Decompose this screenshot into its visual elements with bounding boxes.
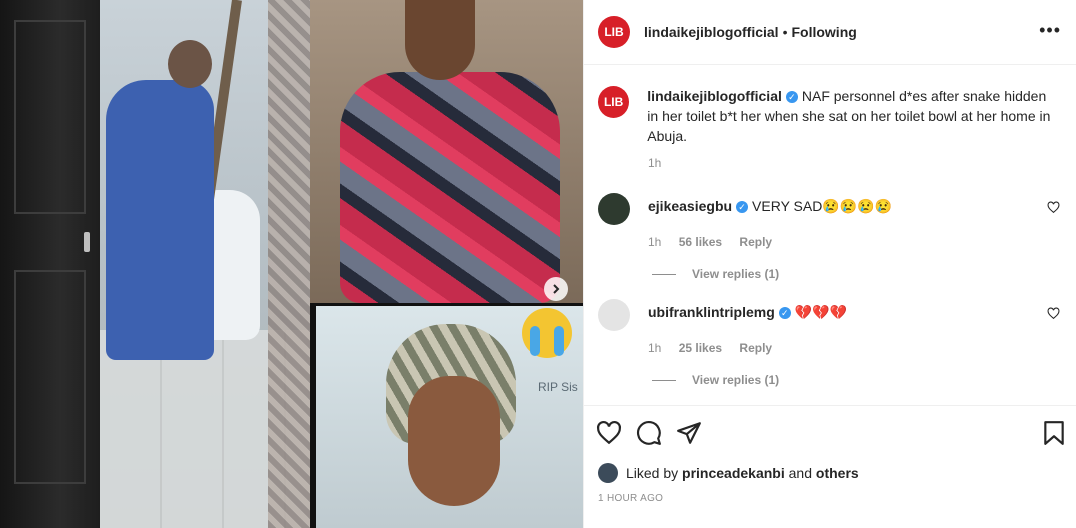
caption-time: 1h bbox=[648, 156, 662, 170]
liker-avatar[interactable] bbox=[598, 463, 618, 483]
liked-by-prefix: Liked by bbox=[626, 465, 679, 481]
comment-time: 1h bbox=[648, 235, 662, 249]
comment-time: 1h bbox=[648, 341, 662, 355]
more-icon[interactable]: ••• bbox=[1039, 20, 1061, 41]
photo-left bbox=[0, 0, 310, 528]
liked-by: Liked by princeadekanbi and others bbox=[598, 463, 859, 483]
caption: LIB lindaikejiblogofficial ✓ NAF personnel… bbox=[598, 86, 1058, 146]
verified-icon: ✓ bbox=[785, 91, 798, 104]
person-figure bbox=[98, 40, 218, 360]
next-arrow-button[interactable] bbox=[544, 277, 568, 301]
comment-avatar[interactable] bbox=[598, 193, 630, 225]
heart-icon[interactable] bbox=[596, 420, 622, 446]
comment-text: VERY SAD😢😢😢😢 bbox=[752, 198, 893, 214]
avatar[interactable]: LIB bbox=[598, 16, 630, 48]
caption-avatar[interactable]: LIB bbox=[598, 86, 630, 118]
post-header: LIB lindaikejiblogofficial • Following •… bbox=[584, 0, 1076, 65]
liker-username[interactable]: princeadekanbi bbox=[682, 465, 785, 481]
liked-by-others[interactable]: others bbox=[816, 465, 859, 481]
view-replies-label: View replies (1) bbox=[692, 373, 780, 387]
comment-avatar[interactable] bbox=[598, 299, 630, 331]
liked-by-and: and bbox=[788, 465, 812, 481]
comment-icon[interactable] bbox=[636, 420, 662, 446]
post-media: RIP Sis bbox=[0, 0, 583, 528]
bookmark-icon[interactable] bbox=[1041, 420, 1067, 446]
comment-likes[interactable]: 25 likes bbox=[679, 341, 722, 355]
follow-status-button[interactable]: Following bbox=[791, 24, 856, 40]
verified-icon: ✓ bbox=[778, 307, 791, 320]
comment-item: ejikeasiegbu ✓ VERY SAD😢😢😢😢 1h 56 likes Re… bbox=[598, 193, 1068, 281]
view-replies-button[interactable]: View replies (1) bbox=[652, 373, 1068, 387]
username-link[interactable]: lindaikejiblogofficial bbox=[644, 24, 779, 40]
comment-username[interactable]: ubifranklintriplemg bbox=[648, 304, 775, 320]
door bbox=[0, 0, 100, 528]
view-replies-button[interactable]: View replies (1) bbox=[652, 267, 1068, 281]
post-timestamp[interactable]: 1 HOUR AGO bbox=[598, 493, 663, 504]
photo-top-right bbox=[310, 0, 583, 303]
view-replies-label: View replies (1) bbox=[692, 267, 780, 281]
caption-username[interactable]: lindaikejiblogofficial bbox=[647, 88, 782, 104]
crying-emoji-icon bbox=[522, 308, 572, 358]
comment-username[interactable]: ejikeasiegbu bbox=[648, 198, 732, 214]
overlay-text: RIP Sis bbox=[538, 380, 578, 394]
share-icon[interactable] bbox=[676, 420, 702, 446]
heart-icon[interactable] bbox=[1047, 307, 1060, 320]
reply-button[interactable]: Reply bbox=[739, 341, 772, 355]
heart-icon[interactable] bbox=[1047, 201, 1060, 214]
comment-likes[interactable]: 56 likes bbox=[679, 235, 722, 249]
comment-text: 💔💔💔 bbox=[794, 304, 848, 320]
action-bar bbox=[584, 405, 1076, 462]
next-arrow-icon bbox=[553, 284, 560, 294]
reply-button[interactable]: Reply bbox=[739, 235, 772, 249]
separator-dot: • bbox=[782, 24, 788, 40]
comment-item: ubifranklintriplemg ✓ 💔💔💔 1h 25 likes Repl… bbox=[598, 299, 1068, 387]
post-sidebar: LIB lindaikejiblogofficial • Following •… bbox=[583, 0, 1076, 528]
verified-icon: ✓ bbox=[736, 201, 749, 214]
